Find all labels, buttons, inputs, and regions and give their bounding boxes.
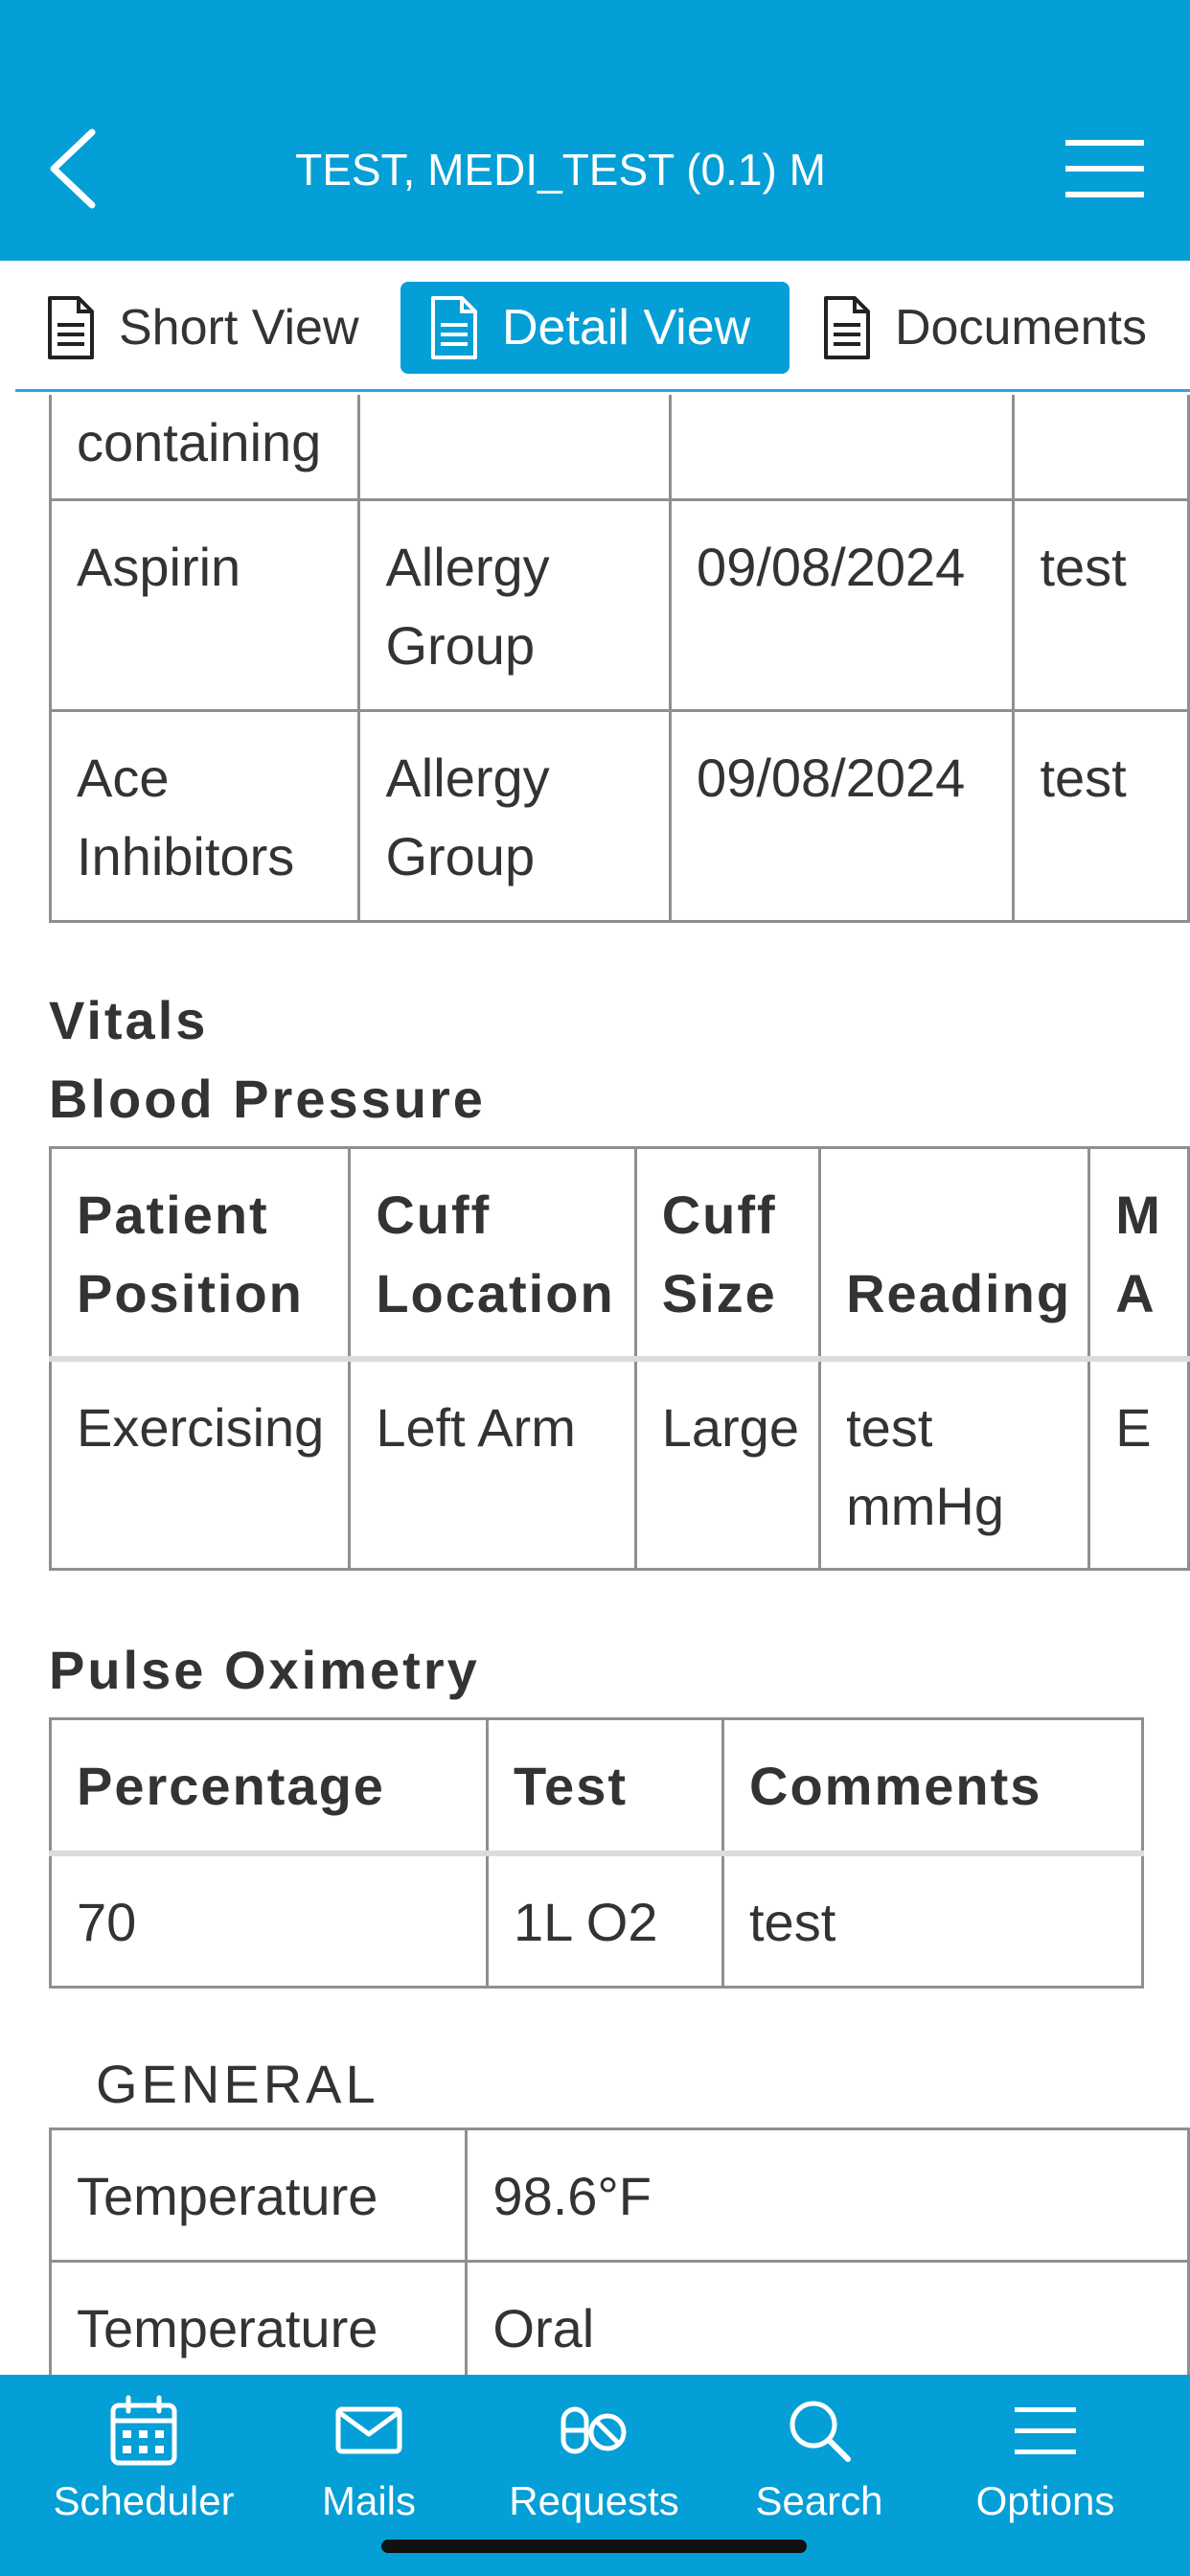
vital-value: 98.6°F [465, 2128, 1190, 2263]
allergy-cell [357, 395, 673, 501]
table-row: Exercising Left Arm Large test mmHg E [48, 1357, 1190, 1571]
tab-documents-label: Documents [895, 300, 1147, 356]
general-vitals-table: Temperature 98.6°F Temperature Oral [48, 2128, 1190, 2375]
vitals-heading: Vitals [49, 990, 209, 1050]
allergies-table: containing Aspirin Allergy Group 09/08/2… [48, 395, 1190, 923]
column-header: Test [486, 1717, 724, 1856]
allergy-note: test [1012, 709, 1190, 923]
table-row: Temperature Oral [48, 2260, 1190, 2375]
nav-requests[interactable]: Requests [484, 2392, 704, 2524]
vital-label: Temperature [48, 2260, 469, 2375]
table-header-row: Percentage Test Comments [49, 1717, 1144, 1856]
patient-title: TEST, MEDI_TEST (0.1) M [295, 145, 826, 195]
tab-documents[interactable]: Documents [820, 282, 1147, 374]
nav-mails[interactable]: Mails [259, 2392, 479, 2524]
column-header: Patient Position [48, 1146, 352, 1362]
tab-short-view[interactable]: Short View [44, 282, 359, 374]
blood-pressure-heading: Blood Pressure [49, 1069, 486, 1129]
cuff-size-cell: Large [633, 1357, 822, 1571]
nav-options[interactable]: Options [935, 2392, 1156, 2524]
nav-scheduler[interactable]: Scheduler [34, 2392, 254, 2524]
nav-mails-label: Mails [321, 2478, 416, 2523]
hamburger-menu-icon[interactable] [1065, 136, 1144, 201]
document-icon [48, 296, 94, 359]
test-cell: 1L O2 [486, 1852, 724, 1989]
column-header: Reading [818, 1146, 1091, 1362]
tab-short-view-label: Short View [119, 300, 359, 356]
document-icon [824, 296, 870, 359]
mail-icon [335, 2406, 402, 2454]
pulse-oximetry-table: Percentage Test Comments 70 1L O2 test [49, 1717, 1144, 1989]
column-header: Comments [721, 1717, 1144, 1856]
search-icon [790, 2401, 851, 2462]
back-chevron-icon[interactable] [40, 123, 107, 215]
table-row: Aspirin Allergy Group 09/08/2024 test [48, 498, 1190, 712]
table-header-row: Patient Position Cuff Location Cuff Size… [48, 1146, 1190, 1362]
allergy-note: test [1012, 498, 1190, 712]
allergy-name: Aspirin [48, 498, 361, 712]
table-row: containing [48, 395, 1190, 501]
allergy-date: 09/08/2024 [669, 709, 1016, 923]
column-header: Cuff Location [348, 1146, 637, 1362]
document-icon [431, 296, 477, 359]
allergy-name: Ace Inhibitors [48, 709, 361, 923]
allergy-type: Allergy Group [357, 709, 673, 923]
allergy-cell: containing [48, 395, 361, 501]
pills-icon [561, 2406, 627, 2454]
column-header: M A [1087, 1146, 1190, 1362]
blood-pressure-table: Patient Position Cuff Location Cuff Size… [48, 1146, 1190, 1571]
nav-options-label: Options [975, 2478, 1115, 2523]
allergy-type: Allergy Group [357, 498, 673, 712]
allergy-date: 09/08/2024 [669, 498, 1016, 712]
truncated-cell: E [1087, 1357, 1190, 1571]
tabs-divider [15, 389, 1190, 392]
detail-content-scroll[interactable]: containing Aspirin Allergy Group 09/08/2… [0, 395, 1190, 2375]
vital-value: Oral [465, 2260, 1190, 2375]
home-indicator [381, 2540, 807, 2553]
comments-cell: test [721, 1852, 1144, 1989]
allergy-cell [669, 395, 1016, 501]
nav-requests-label: Requests [509, 2478, 679, 2523]
vital-label: Temperature [48, 2128, 469, 2263]
table-row: Ace Inhibitors Allergy Group 09/08/2024 … [48, 709, 1190, 923]
options-menu-icon [1015, 2407, 1076, 2454]
app-header: TEST, MEDI_TEST (0.1) M [0, 0, 1190, 261]
patient-position-cell: Exercising [48, 1357, 352, 1571]
allergy-cell [1012, 395, 1190, 501]
table-row: 70 1L O2 test [49, 1852, 1144, 1989]
tab-detail-view[interactable]: Detail View [400, 282, 790, 374]
calendar-icon [110, 2395, 177, 2466]
nav-search-label: Search [755, 2478, 883, 2523]
cuff-location-cell: Left Arm [348, 1357, 637, 1571]
reading-cell: test mmHg [818, 1357, 1091, 1571]
column-header: Cuff Size [633, 1146, 822, 1362]
nav-scheduler-label: Scheduler [53, 2478, 235, 2523]
nav-search[interactable]: Search [709, 2392, 929, 2524]
table-row: Temperature 98.6°F [48, 2128, 1190, 2263]
tab-detail-view-label: Detail View [502, 300, 751, 356]
pulse-oximetry-heading: Pulse Oximetry [49, 1640, 480, 1700]
percentage-cell: 70 [49, 1852, 489, 1989]
general-heading: GENERAL [96, 2054, 379, 2114]
column-header: Percentage [49, 1717, 489, 1856]
